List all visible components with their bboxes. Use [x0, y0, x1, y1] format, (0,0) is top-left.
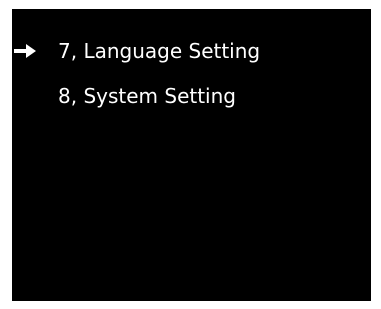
device-screen: 7, Language Setting 8, System Setting [12, 9, 371, 301]
menu-item-label: 7, Language Setting [58, 39, 261, 63]
menu-item-label: 8, System Setting [58, 84, 236, 108]
right-arrow-icon [14, 44, 36, 58]
